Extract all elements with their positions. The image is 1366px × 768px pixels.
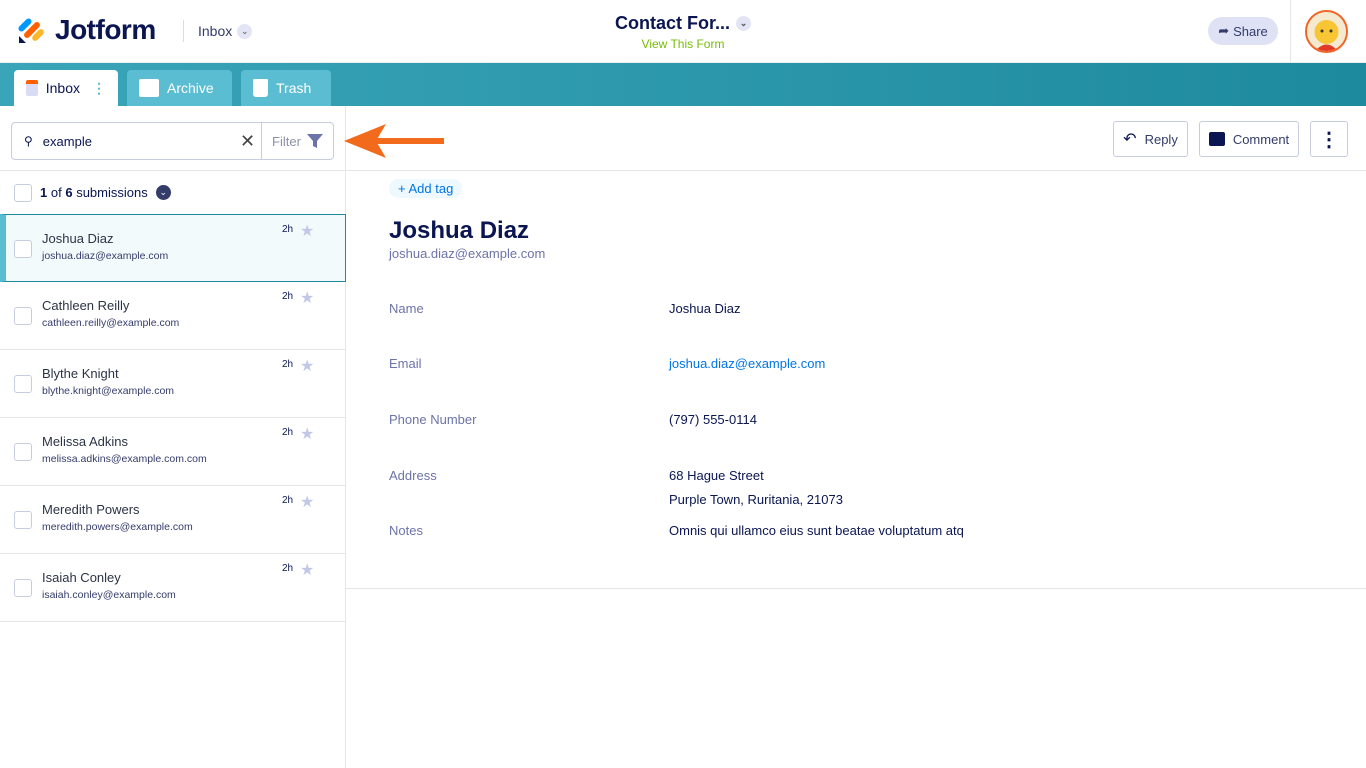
submitter-name-heading: Joshua Diaz	[389, 217, 530, 244]
form-title-area: Contact For... ⌄ View This Form	[0, 13, 1366, 51]
inbox-icon	[26, 80, 38, 96]
submitter-name: Meredith Powers	[42, 502, 140, 517]
list-item[interactable]: Melissa Adkins melissa.adkins@example.com…	[0, 418, 346, 486]
tab-archive[interactable]: Archive	[127, 70, 232, 106]
list-item[interactable]: Isaiah Conley isaiah.conley@example.com 2h…	[0, 554, 346, 622]
field-value-address: 68 Hague Street Purple Town, Ruritania, 2…	[669, 464, 843, 512]
trash-icon	[253, 79, 268, 97]
star-icon[interactable]: ★	[300, 288, 314, 308]
tab-inbox[interactable]: Inbox ⋮	[14, 70, 118, 106]
star-icon[interactable]: ★	[300, 356, 314, 376]
top-bar: Jotform Inbox ⌄ Contact For... ⌄ View This…	[0, 0, 1366, 63]
submission-list: Joshua Diaz joshua.diaz@example.com 2h ★ Ca…	[0, 214, 346, 622]
tab-label: Archive	[167, 80, 214, 96]
address-line-1: 68 Hague Street	[669, 468, 764, 483]
submitter-email: melissa.adkins@example.com.com	[42, 453, 207, 465]
list-item[interactable]: Joshua Diaz joshua.diaz@example.com 2h ★	[0, 214, 346, 282]
divider	[346, 588, 1366, 589]
tab-trash[interactable]: Trash	[241, 70, 331, 106]
comment-label: Comment	[1232, 131, 1290, 147]
field-label-notes: Notes	[389, 523, 423, 538]
filter-button[interactable]: Filter	[261, 123, 333, 159]
checkbox[interactable]	[14, 307, 32, 325]
submitter-name: Joshua Diaz	[42, 231, 114, 246]
share-icon: ➦	[1218, 23, 1230, 38]
submission-count: 1 of 6 submissions ⌄	[0, 170, 346, 214]
action-bar: ↶ Reply Comment ⋮	[346, 106, 1366, 171]
time: 2h	[282, 291, 294, 302]
count-text: 1 of 6 submissions	[40, 185, 148, 200]
comment-button[interactable]: Comment	[1199, 121, 1299, 157]
star-icon[interactable]: ★	[300, 492, 314, 512]
clear-search-icon[interactable]: ✕	[240, 131, 255, 152]
submitter-name: Melissa Adkins	[42, 434, 128, 449]
more-vertical-icon: ⋮	[1319, 128, 1339, 151]
archive-icon	[139, 79, 159, 97]
list-item[interactable]: Cathleen Reilly cathleen.reilly@example.c…	[0, 282, 346, 350]
reply-icon: ↶	[1123, 131, 1137, 148]
share-label: Share	[1233, 23, 1268, 39]
submitter-email: joshua.diaz@example.com	[42, 250, 169, 262]
field-value-name: Joshua Diaz	[669, 301, 741, 316]
submitter-name: Isaiah Conley	[42, 570, 121, 585]
search-icon: ⚲	[24, 134, 33, 148]
checkbox[interactable]	[14, 579, 32, 597]
field-value-email-link[interactable]: joshua.diaz@example.com	[669, 356, 825, 371]
divider	[1290, 0, 1291, 63]
reply-button[interactable]: ↶ Reply	[1113, 121, 1188, 157]
star-icon[interactable]: ★	[300, 221, 314, 241]
share-button[interactable]: ➦ Share	[1208, 17, 1278, 45]
chevron-down-icon: ⌄	[736, 16, 751, 31]
field-label-name: Name	[389, 301, 424, 316]
checkbox[interactable]	[14, 443, 32, 461]
more-vertical-icon[interactable]: ⋮	[92, 80, 106, 97]
list-item[interactable]: Meredith Powers meredith.powers@example.c…	[0, 486, 346, 554]
field-value-phone: (797) 555-0114	[669, 412, 757, 427]
checkbox[interactable]	[14, 375, 32, 393]
chevron-down-icon[interactable]: ⌄	[155, 185, 171, 200]
search-box: ⚲ ✕ Filter	[11, 122, 334, 160]
star-icon[interactable]: ★	[300, 560, 314, 580]
search-input[interactable]	[42, 133, 233, 149]
submitter-email: cathleen.reilly@example.com	[42, 317, 180, 329]
time: 2h	[282, 563, 294, 574]
form-title-dropdown[interactable]: Contact For... ⌄	[615, 13, 751, 34]
field-label-phone: Phone Number	[389, 412, 477, 427]
more-options-button[interactable]: ⋮	[1310, 121, 1348, 157]
filter-icon	[306, 134, 323, 148]
field-label-address: Address	[389, 468, 437, 483]
address-line-2: Purple Town, Ruritania, 21073	[669, 492, 843, 507]
time: 2h	[282, 224, 294, 235]
avatar-cat-icon	[1307, 12, 1346, 51]
tab-label: Trash	[276, 80, 312, 96]
submitter-email: isaiah.conley@example.com	[42, 589, 176, 601]
field-value-notes: Omnis qui ullamco eius sunt beatae volup…	[669, 523, 964, 538]
submitter-email: joshua.diaz@example.com	[389, 246, 546, 261]
filter-label: Filter	[272, 133, 301, 149]
submitter-name: Cathleen Reilly	[42, 298, 130, 313]
time: 2h	[282, 495, 294, 506]
view-form-link[interactable]: View This Form	[0, 37, 1366, 51]
reply-label: Reply	[1144, 131, 1178, 147]
time: 2h	[282, 359, 294, 370]
checkbox[interactable]	[14, 240, 32, 258]
time: 2h	[282, 427, 294, 438]
submitter-email: blythe.knight@example.com	[42, 385, 175, 397]
tab-label: Inbox	[45, 80, 80, 96]
comment-icon	[1208, 132, 1225, 146]
checkbox[interactable]	[14, 511, 32, 529]
form-title: Contact For...	[614, 13, 730, 33]
tab-bar: Inbox ⋮ Archive Trash	[0, 63, 1366, 106]
avatar[interactable]	[1305, 10, 1348, 53]
star-icon[interactable]: ★	[300, 424, 314, 444]
field-label-email: Email	[389, 356, 422, 371]
list-item[interactable]: Blythe Knight blythe.knight@example.com 2h…	[0, 350, 346, 418]
submission-detail-panel: ↶ Reply Comment ⋮ + Add tag Joshua Diaz j…	[346, 106, 1366, 589]
submission-list-panel: ⚲ ✕ Filter 1 of 6 submissions ⌄ Joshua D…	[0, 106, 346, 768]
submitter-name: Blythe Knight	[42, 366, 119, 381]
submitter-email: meredith.powers@example.com	[42, 521, 193, 533]
add-tag-button[interactable]: + Add tag	[389, 179, 463, 198]
select-all-checkbox[interactable]	[14, 183, 32, 202]
